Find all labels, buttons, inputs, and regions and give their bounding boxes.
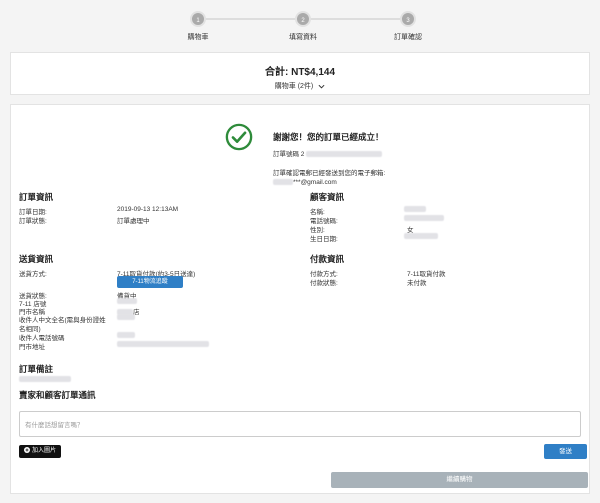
email-notice-text: 訂單確認電郵已經發送到您的電子郵箱: [273, 170, 386, 177]
order-status-label: 訂單狀態: [19, 218, 47, 225]
step-order-confirm: 3 訂單確認 [378, 11, 438, 42]
order-number-label: 訂單號碼 2 [273, 151, 305, 158]
step-cart: 1 購物車 [168, 11, 228, 42]
order-date-value: 2019-09-13 12:13AM [117, 206, 179, 213]
email-address: ***@gmail.com [273, 178, 473, 187]
step-number: 3 [400, 11, 416, 27]
order-summary-card: 合計: NT$4,144 購物車 (2件) [10, 52, 590, 95]
cart-toggle[interactable]: 購物車 (2件) [11, 81, 589, 91]
order-total: 合計: NT$4,144 [264, 67, 336, 78]
redacted-store-number [117, 298, 137, 304]
email-suffix: ***@gmail.com [293, 179, 337, 186]
message-placeholder: 有什麼話想留言嗎？ [25, 422, 84, 429]
order-info-title: 訂單資訊 [19, 192, 54, 202]
email-notice: 訂單確認電郵已經發送到您的電子郵箱: ***@gmail.com [273, 169, 473, 187]
payment-info-title: 付款資訊 [310, 254, 345, 264]
delivery-info-title: 送貨資訊 [19, 254, 54, 264]
payment-status-value: 未付款 [407, 280, 427, 287]
order-note-title: 訂單備註 [19, 364, 54, 374]
add-image-button[interactable]: 加入圖片 [19, 445, 61, 458]
step-label: 購物車 [187, 34, 209, 41]
redacted-store-address [117, 341, 209, 347]
redacted-recipient-name [117, 314, 135, 320]
message-textarea[interactable]: 有什麼話想留言嗎？ [19, 411, 581, 437]
redacted-email-prefix [273, 179, 293, 186]
add-image-label: 加入圖片 [31, 448, 56, 454]
check-circle-icon [225, 123, 253, 151]
order-number: 訂單號碼 2 [273, 148, 473, 158]
redacted-recipient-phone [117, 332, 135, 338]
order-status-value: 訂單處理中 [117, 218, 150, 225]
payment-status-label: 付款狀態: [310, 280, 338, 287]
thank-you-heading: 謝謝您！您的訂單已經成立！ [273, 132, 384, 142]
customer-info-title: 顧客資訊 [310, 192, 345, 202]
step-fill-info: 2 填寫資料 [273, 11, 333, 42]
order-confirmation-card: 謝謝您！您的訂單已經成立！ 訂單號碼 2 訂單確認電郵已經發送到您的電子郵箱: … [10, 104, 590, 494]
redacted-customer-name [404, 206, 426, 212]
cart-count-label: 購物車 (2件) [274, 83, 314, 90]
step-label: 訂單確認 [394, 34, 422, 41]
store-address-label: 門市地址 [19, 344, 45, 351]
delivery-method-label: 送貨方式: [19, 271, 47, 278]
messages-title: 賣家和顧客訂單通訊 [19, 390, 96, 400]
step-number: 1 [190, 11, 206, 27]
redacted-order-number [306, 151, 383, 158]
plus-circle-icon [23, 447, 30, 454]
track-711-button[interactable]: 7-11物流追蹤 [117, 276, 183, 288]
step-number: 2 [295, 11, 311, 27]
redacted-customer-phone [404, 215, 444, 221]
redacted-customer-birthday [404, 233, 438, 239]
send-button[interactable]: 發送 [544, 444, 587, 459]
chevron-down-icon [318, 84, 325, 89]
step-label: 填寫資料 [289, 34, 317, 41]
customer-birthday-label: 生日日期: [310, 236, 338, 243]
continue-shopping-button[interactable]: 繼續購物 [331, 472, 588, 488]
redacted-order-note [19, 376, 71, 382]
checkout-stepper: 1 購物車 2 填寫資料 3 訂單確認 [0, 8, 600, 41]
